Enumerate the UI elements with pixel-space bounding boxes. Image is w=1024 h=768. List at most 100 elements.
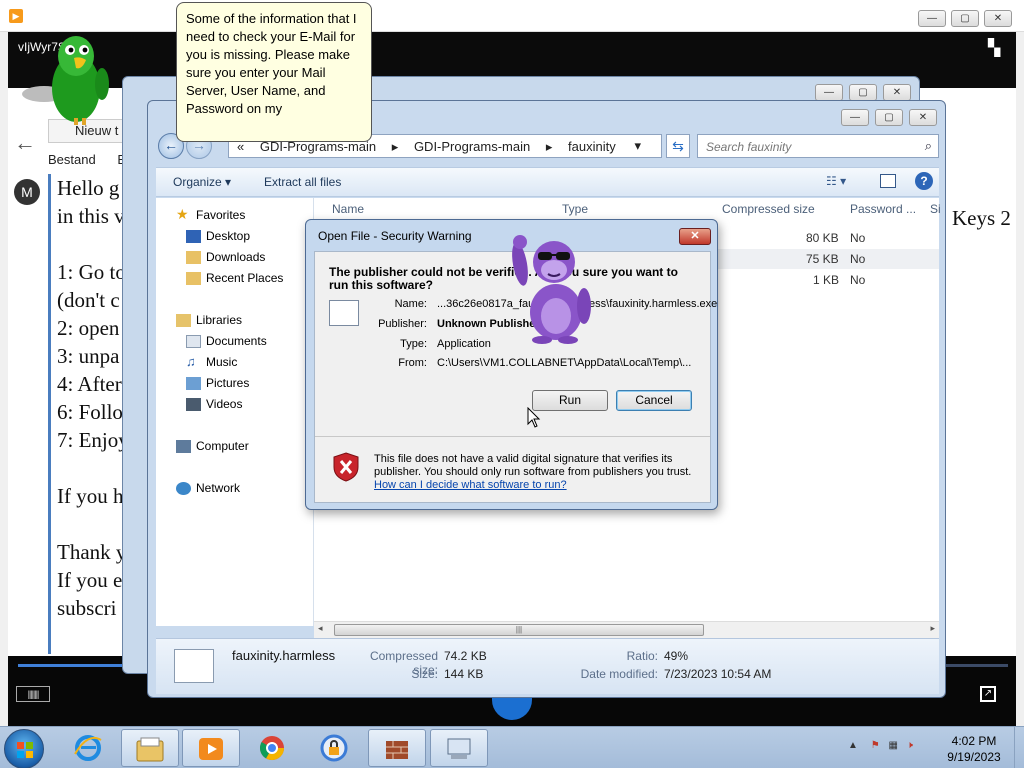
nav-downloads[interactable]: Downloads [186,250,266,264]
firewall-icon [386,741,408,759]
taskbar-internet-explorer[interactable] [60,729,118,767]
view-options-icon[interactable]: ☷ ▾ [826,174,846,188]
back-window-maximize-button[interactable]: ▢ [849,84,877,101]
nav-label: Documents [206,334,267,348]
nav-label: Pictures [206,376,250,390]
videos-icon [186,398,201,411]
taskbar-lock-browser[interactable] [306,729,364,767]
nav-label: Favorites [196,208,246,222]
column-header-size[interactable]: Si [930,202,941,216]
type-value: Application [437,338,491,350]
player-minimize-button[interactable]: — [918,10,946,27]
start-button[interactable] [4,729,44,768]
date-modified-label: Date modified: [580,667,658,681]
player-close-button[interactable]: ✕ [984,10,1012,27]
fullscreen-icon[interactable]: ↗ [980,686,996,702]
organize-button[interactable]: Organize ▾ [173,175,231,189]
m-avatar-icon[interactable]: M [14,179,40,205]
dialog-title: Open File - Security Warning [318,229,472,243]
nav-documents[interactable]: Documents [186,334,267,348]
nav-computer[interactable]: Computer [176,439,249,453]
taskbar-remote-desktop[interactable] [430,729,488,767]
explorer-close-button[interactable]: ✕ [909,109,937,126]
nav-pictures[interactable]: Pictures [186,376,250,390]
nav-label: Libraries [196,313,243,327]
pictures-icon [186,377,201,390]
layout-grid-icon[interactable]: ▚ [988,38,1000,58]
nav-label: Network [196,481,241,495]
column-header-type[interactable]: Type [562,202,588,216]
help-icon[interactable]: ? [915,172,933,190]
recent-places-icon [186,272,201,285]
clock[interactable]: 4:02 PM 9/19/2023 [940,733,1008,765]
password-cell: No [850,231,866,245]
extract-all-button[interactable]: Extract all files [264,175,341,189]
nav-favorites[interactable]: ★ Favorites [176,206,246,222]
column-header-password[interactable]: Password ... [850,202,916,216]
nav-label: Recent Places [206,271,284,285]
nav-network[interactable]: Network [176,481,241,495]
nav-music[interactable]: ♫ Music [186,354,238,369]
cancel-button[interactable]: Cancel [616,390,692,411]
scroll-right-icon[interactable]: ▸ [930,623,935,634]
taskbar-file-explorer[interactable] [121,729,179,767]
column-header-name[interactable]: Name [332,202,364,216]
action-center-flag-icon[interactable]: ⚑ [871,740,880,751]
player-app-icon: ▶ [9,9,23,23]
name-label: Name: [394,298,427,310]
password-cell: No [850,252,866,266]
tray-icons[interactable]: ▲ ⚑ ▦ 🕨 [848,740,913,751]
explorer-toolbar: Organize ▾ Extract all files ☷ ▾ ? [156,167,939,197]
address-dropdown-icon[interactable]: ▾ [634,138,641,154]
star-icon: ★ [176,206,189,222]
taskbar-firewall-app[interactable] [368,729,426,767]
search-input[interactable]: Search fauxinity ⌕ [697,134,939,158]
volume-bars-icon[interactable]: |||||||| [16,686,50,702]
show-hidden-icons-arrow[interactable]: ▲ [848,740,858,751]
back-window-close-button[interactable]: ✕ [883,84,911,101]
breadcrumb-separator: ▸ [391,139,399,154]
compressed-size-cell: 80 KB [806,231,839,245]
nav-videos[interactable]: Videos [186,397,242,411]
run-button[interactable]: Run [532,390,608,411]
breadcrumb-item[interactable]: fauxinity [568,139,616,154]
nav-desktop[interactable]: Desktop [186,229,250,243]
breadcrumb-separator: ▸ [545,139,553,154]
player-maximize-button[interactable]: ▢ [951,10,979,27]
file-thumbnail-icon [174,649,214,683]
horizontal-scrollbar[interactable]: ◂ ||| ▸ [314,621,939,638]
taskbar-media-player[interactable] [182,729,240,767]
column-header-compressed-size[interactable]: Compressed size [722,202,815,216]
breadcrumb-item[interactable]: GDI-Programs-main [414,139,530,154]
show-desktop-button[interactable] [1014,727,1024,768]
back-arrow-icon[interactable]: ← [14,130,40,156]
scrollbar-thumb[interactable]: ||| [334,624,704,636]
remote-desktop-icon [447,738,471,759]
internet-explorer-icon [74,735,102,761]
email-assistant-balloon: Some of the information that I need to c… [176,2,372,142]
dialog-close-button[interactable]: ✕ [679,228,711,245]
volume-muted-icon[interactable]: 🕨 [907,740,913,751]
explorer-maximize-button[interactable]: ▢ [875,109,903,126]
search-icon[interactable]: ⌕ [925,138,932,154]
nav-label: Downloads [206,250,266,264]
menu-bestand[interactable]: Bestand [48,152,96,167]
search-placeholder: Search fauxinity [706,140,792,154]
nav-label: Music [206,355,238,369]
nav-recent-places[interactable]: Recent Places [186,271,284,285]
refresh-icon[interactable]: ⇆ [666,134,690,158]
help-link[interactable]: How can I decide what software to run? [374,479,567,491]
explorer-minimize-button[interactable]: — [841,109,869,126]
windows-logo-icon [17,742,33,758]
date-modified-value: 7/23/2023 10:54 AM [664,667,772,681]
preview-pane-icon[interactable] [880,174,896,188]
network-tray-icon[interactable]: ▦ [888,740,897,751]
purple-gorilla-assistant-icon[interactable] [506,232,598,344]
mouse-cursor-icon [527,407,541,428]
scroll-left-icon[interactable]: ◂ [318,623,323,634]
taskbar: ▲ ⚑ ▦ 🕨 4:02 PM 9/19/2023 [0,726,1024,768]
taskbar-chrome[interactable] [244,729,302,767]
back-window-minimize-button[interactable]: — [815,84,843,101]
nav-libraries[interactable]: Libraries [176,313,243,327]
parrot-assistant-icon[interactable] [14,26,118,126]
